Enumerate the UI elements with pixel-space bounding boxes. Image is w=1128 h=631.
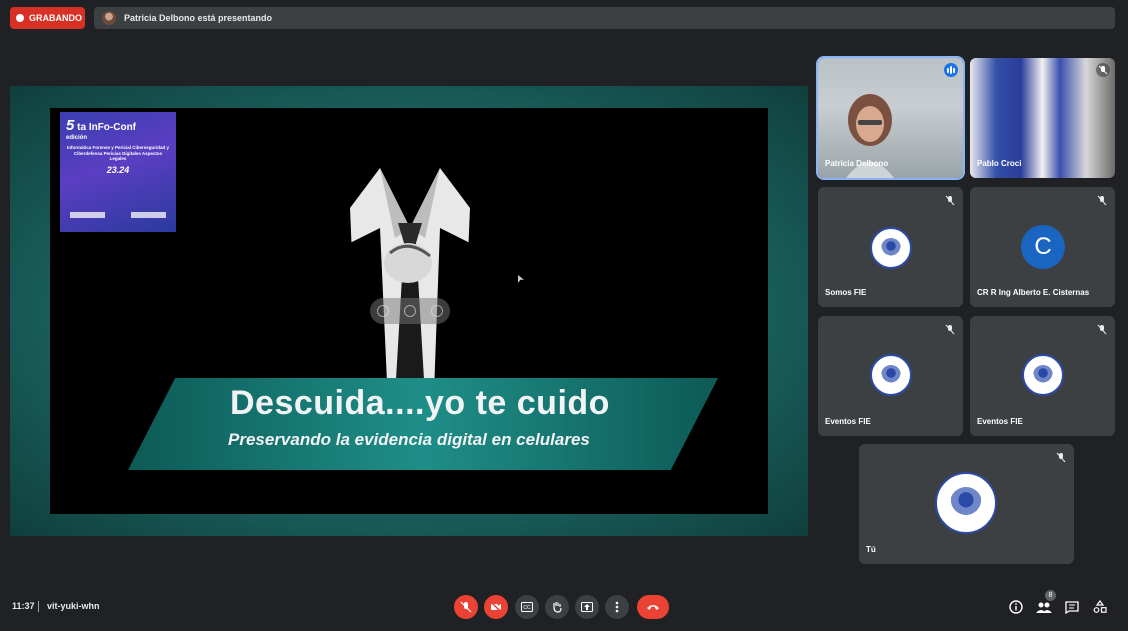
meeting-code[interactable]: vit-yuki-whn (47, 601, 100, 611)
recording-label: GRABANDO (29, 13, 82, 23)
participant-name: Eventos FIE (825, 417, 871, 426)
mouse-cursor-icon (518, 275, 524, 283)
camera-off-icon (490, 601, 502, 613)
participant-tile-patricia[interactable]: Patricia Delbono (816, 56, 965, 180)
mic-off-icon (1056, 452, 1066, 463)
participant-name: Patricia Delbono (825, 159, 889, 168)
participant-tile-eventos-fie-2[interactable]: Eventos FIE (970, 316, 1115, 436)
overlay-more-icon[interactable] (430, 305, 443, 317)
presentation-overlay-controls[interactable] (370, 298, 450, 324)
event-poster: 5 ta InFo-Conf edición Informática Foren… (60, 112, 176, 232)
participant-name: Eventos FIE (977, 417, 1023, 426)
recording-badge: GRABANDO (10, 7, 85, 29)
info-icon (1009, 600, 1023, 614)
raise-hand-button[interactable] (545, 595, 569, 619)
fie-logo (870, 354, 912, 396)
presenter-avatar (102, 11, 116, 25)
mic-toggle-button[interactable] (454, 595, 478, 619)
camera-toggle-button[interactable] (484, 595, 508, 619)
participant-name: Pablo Croci (977, 159, 1022, 168)
poster-edition-number: 5 (66, 117, 75, 134)
participant-tile-self[interactable]: Tú (859, 444, 1074, 564)
mic-off-icon (460, 601, 472, 613)
present-icon (581, 601, 593, 612)
meeting-info-button[interactable] (1008, 599, 1024, 615)
undef-logo (935, 472, 997, 534)
participant-name: Tú (866, 545, 876, 554)
activities-button[interactable] (1092, 599, 1108, 615)
captions-icon: CC (521, 602, 533, 612)
mic-off-icon (1097, 195, 1107, 206)
poster-logos (70, 212, 166, 220)
overlay-volume-icon[interactable] (403, 305, 416, 317)
presentation-slide: 5 ta InFo-Conf edición Informática Foren… (50, 108, 768, 514)
presenting-banner[interactable]: Patricia Delbono está presentando (94, 7, 1115, 29)
poster-brand: InFo-Conf (88, 122, 137, 133)
slide-title: Descuida....yo te cuido (230, 384, 610, 422)
recording-dot-icon (16, 14, 24, 22)
more-options-icon (615, 601, 619, 613)
clock: 11:37 (12, 601, 35, 611)
more-options-button[interactable] (605, 595, 629, 619)
people-button[interactable] (1036, 599, 1052, 615)
people-icon (1036, 602, 1052, 613)
participant-name: CR R Ing Alberto E. Cisternas (977, 288, 1090, 297)
mic-off-icon (1096, 63, 1110, 77)
presenting-text: Patricia Delbono está presentando (124, 13, 273, 23)
raise-hand-icon (553, 602, 562, 613)
mic-off-icon (945, 195, 955, 206)
participant-name: Somos FIE (825, 288, 867, 297)
activities-icon (1093, 600, 1107, 613)
overlay-pin-icon[interactable] (377, 305, 390, 317)
participant-tile-eventos-fie-1[interactable]: Eventos FIE (818, 316, 963, 436)
fie-logo (870, 227, 912, 269)
poster-edition-word: edición (66, 134, 88, 141)
participant-avatar: C (1021, 225, 1065, 269)
leave-call-icon (647, 605, 659, 610)
leave-call-button[interactable] (637, 595, 669, 619)
poster-edition-suffix: ta (77, 122, 87, 133)
participant-tile-cisternas[interactable]: C CR R Ing Alberto E. Cisternas (970, 187, 1115, 307)
speaking-indicator-icon (944, 63, 958, 77)
slide-subtitle: Preservando la evidencia digital en celu… (228, 430, 590, 449)
svg-text:CC: CC (523, 605, 531, 611)
chat-button[interactable] (1064, 599, 1080, 615)
present-button[interactable] (575, 595, 599, 619)
mic-off-icon (1097, 324, 1107, 335)
presentation-stage: 5 ta InFo-Conf edición Informática Foren… (10, 86, 808, 536)
captions-button[interactable]: CC (515, 595, 539, 619)
mic-off-icon (945, 324, 955, 335)
poster-topics: Informática Forense y Pericial Cibersegu… (66, 145, 170, 162)
participant-tile-pablo[interactable]: Pablo Croci (970, 58, 1115, 178)
participant-tile-somos-fie[interactable]: Somos FIE (818, 187, 963, 307)
fie-logo (1022, 354, 1064, 396)
poster-dates: 23.24 (106, 164, 130, 175)
people-count-badge: 8 (1045, 590, 1056, 601)
divider (38, 601, 39, 612)
chat-icon (1065, 600, 1079, 614)
